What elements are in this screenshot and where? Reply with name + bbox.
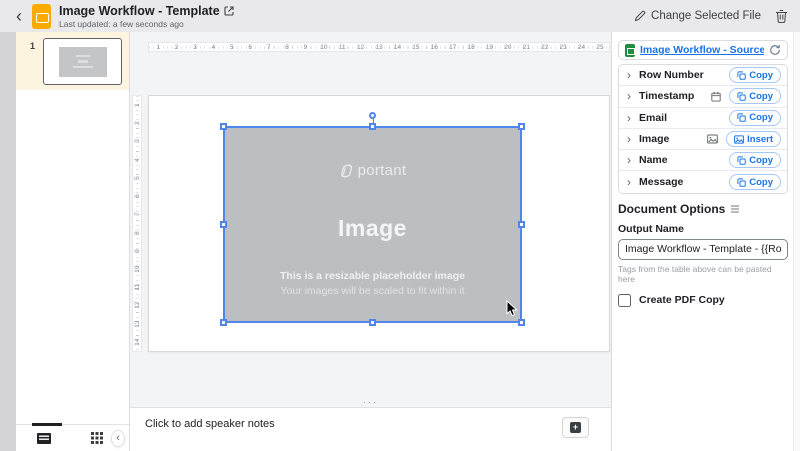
google-sheets-icon <box>625 43 635 57</box>
right-panel-scrollbar[interactable] <box>793 32 800 451</box>
expand-chevron-icon[interactable]: › <box>627 176 631 188</box>
resize-handle-sw[interactable] <box>220 319 227 326</box>
field-row-timestamp[interactable]: › Timestamp Copy <box>619 86 787 108</box>
resize-handle-w[interactable] <box>220 220 227 228</box>
mouse-cursor <box>506 300 518 317</box>
expand-chevron-icon[interactable]: › <box>627 154 631 166</box>
header-actions: Change Selected File <box>634 9 800 23</box>
pencil-icon <box>634 10 646 22</box>
resize-handle-s[interactable] <box>368 319 376 326</box>
resize-handle-n[interactable] <box>368 123 376 130</box>
header-bar: ‹ Image Workflow - Template Last updated… <box>0 0 800 32</box>
field-row-row-number[interactable]: › Row Number Copy <box>619 65 787 87</box>
copy-tag-button[interactable]: Copy <box>729 88 781 105</box>
calendar-icon <box>711 91 721 102</box>
trash-icon[interactable] <box>775 9 788 23</box>
thumbnail-placeholder <box>58 46 107 77</box>
main-area: 1 ‹ 1 2 3 4 5 6 7 8 9 10 11 12 13 14 15 … <box>0 32 800 451</box>
slide-page[interactable]: portant Image This is a resizable placeh… <box>148 95 610 352</box>
back-button[interactable]: ‹ <box>6 3 32 29</box>
source-file-link[interactable]: Image Workflow - Source <box>640 44 764 56</box>
portant-logo: portant <box>339 162 407 179</box>
last-updated-text: Last updated: a few seconds ago <box>59 18 184 29</box>
image-placeholder[interactable]: portant Image This is a resizable placeh… <box>220 112 525 326</box>
resize-handle-nw[interactable] <box>220 123 227 130</box>
options-icon <box>731 205 740 213</box>
document-options-heading: Document Options <box>618 202 788 216</box>
placeholder-title: Image <box>338 215 407 241</box>
grid-view-button[interactable] <box>83 425 110 451</box>
copy-tag-button[interactable]: Copy <box>729 174 781 191</box>
copy-tag-button[interactable]: Copy <box>729 67 781 84</box>
create-pdf-checkbox[interactable] <box>618 293 631 307</box>
copy-icon <box>737 71 746 80</box>
create-pdf-label: Create PDF Copy <box>639 294 725 307</box>
slide-filmstrip: 1 ‹ <box>16 32 130 451</box>
refresh-icon[interactable] <box>769 44 781 56</box>
notes-action-button[interactable]: + <box>562 417 589 438</box>
rotation-handle[interactable] <box>368 112 376 119</box>
merge-fields-table: › Row Number Copy › Timestamp Copy › Ema… <box>618 64 788 194</box>
title-block: Image Workflow - Template Last updated: … <box>59 4 234 29</box>
placeholder-caption-1: This is a resizable placeholder image <box>280 270 465 282</box>
portant-workflow-editor: ‹ Image Workflow - Template Last updated… <box>0 0 800 451</box>
field-row-email[interactable]: › Email Copy <box>619 107 787 129</box>
google-slides-icon <box>32 3 51 29</box>
copy-tag-button[interactable]: Copy <box>729 109 781 126</box>
filmstrip-view-button[interactable] <box>30 423 63 451</box>
slide-1-row[interactable]: 1 <box>16 32 129 90</box>
output-name-input[interactable] <box>618 238 788 260</box>
portant-logo-icon <box>340 164 352 177</box>
change-selected-file-button[interactable]: Change Selected File <box>634 10 761 22</box>
expand-chevron-icon[interactable]: › <box>627 69 631 81</box>
document-title: Image Workflow - Template <box>59 3 220 18</box>
speaker-notes-panel: Click to add speaker notes + <box>130 407 611 451</box>
slide-1-thumbnail[interactable] <box>43 38 122 85</box>
horizontal-ruler: 1 2 3 4 5 6 7 8 9 10 11 12 13 14 15 16 17 18 19 20 21 22 23 24 2… <box>148 42 610 52</box>
image-type-icon <box>707 134 718 144</box>
open-external-icon[interactable] <box>224 5 234 16</box>
vertical-ruler: 1 2 3 4 5 6 7 8 9 10 11 12 13 14 <box>132 95 142 352</box>
copy-icon <box>737 156 746 165</box>
insert-image-icon <box>734 134 745 144</box>
notes-resize-handle[interactable]: ··· <box>130 398 611 407</box>
expand-chevron-icon[interactable]: › <box>627 112 631 124</box>
field-row-name[interactable]: › Name Copy <box>619 150 787 172</box>
resize-handle-ne[interactable] <box>518 123 525 130</box>
field-row-message[interactable]: › Message Copy <box>619 171 787 193</box>
filmstrip-view-icon <box>36 432 51 444</box>
output-name-label: Output Name <box>618 222 684 235</box>
add-notes-icon: + <box>570 422 581 433</box>
placeholder-caption-2: Your images will be scaled to fit within… <box>280 285 465 297</box>
create-pdf-row: Create PDF Copy <box>618 293 788 307</box>
expand-chevron-icon[interactable]: › <box>627 90 631 102</box>
copy-icon <box>737 92 746 101</box>
grid-view-icon <box>91 432 104 444</box>
copy-tag-button[interactable]: Copy <box>729 152 781 169</box>
copy-icon <box>737 113 746 122</box>
slide-canvas: 1 2 3 4 5 6 7 8 9 10 11 12 13 14 15 16 17 18 19 20 21 22 23 24 2… <box>130 32 611 451</box>
resize-handle-se[interactable] <box>518 319 525 326</box>
slide-number: 1 <box>30 41 36 51</box>
insert-image-button[interactable]: Insert <box>726 131 781 148</box>
output-name-helper-text: Tags from the table above can be pasted … <box>618 263 772 284</box>
source-file-box: Image Workflow - Source <box>618 40 788 60</box>
field-row-image[interactable]: › Image Insert <box>619 128 787 151</box>
copy-icon <box>737 178 746 187</box>
collapse-panel-button[interactable]: ‹ <box>110 429 126 447</box>
resize-handle-e[interactable] <box>518 220 525 228</box>
workflow-side-panel: Image Workflow - Source › Row Number Cop… <box>611 32 800 451</box>
filmstrip-toolbar: ‹ <box>16 423 129 451</box>
speaker-notes-input[interactable]: Click to add speaker notes <box>145 418 275 430</box>
expand-chevron-icon[interactable]: › <box>627 133 631 145</box>
